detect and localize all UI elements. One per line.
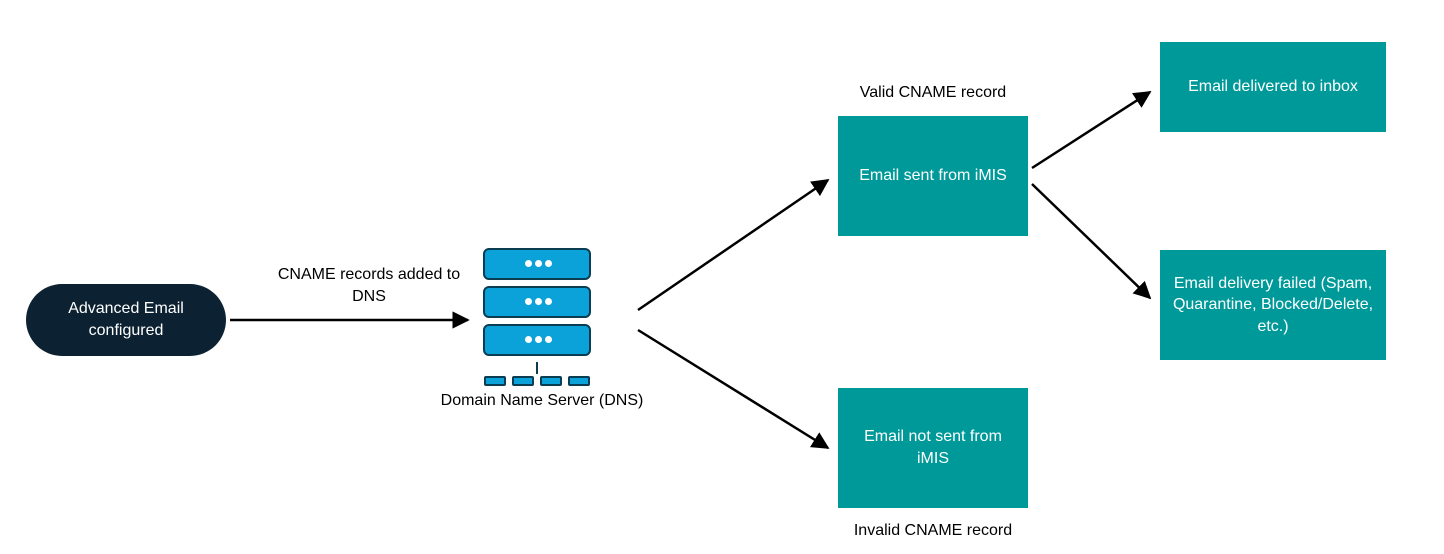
delivered-node: Email delivered to inbox <box>1160 42 1386 132</box>
invalid-cname-label-text: Invalid CNAME record <box>854 522 1012 539</box>
server-feet <box>477 376 597 386</box>
dns-server-icon <box>477 248 597 386</box>
invalid-cname-label: Invalid CNAME record <box>838 520 1028 542</box>
valid-cname-label-text: Valid CNAME record <box>860 84 1006 101</box>
edge-label-start-dns: CNAME records added to DNS <box>274 264 464 307</box>
arrow-sent-failed <box>1032 184 1150 298</box>
server-stand <box>536 362 538 374</box>
server-rack-row <box>483 286 591 318</box>
arrow-dns-invalid <box>638 330 828 448</box>
start-node-text: Advanced Email configured <box>36 298 216 341</box>
email-sent-node: Email sent from iMIS <box>838 116 1028 236</box>
server-rack-row <box>483 324 591 356</box>
email-sent-text: Email sent from iMIS <box>859 165 1007 187</box>
server-rack-row <box>483 248 591 280</box>
failed-node: Email delivery failed (Spam, Quarantine,… <box>1160 250 1386 360</box>
arrow-sent-delivered <box>1032 92 1150 168</box>
delivered-text: Email delivered to inbox <box>1188 76 1358 98</box>
valid-cname-label: Valid CNAME record <box>838 82 1028 104</box>
dns-caption-text: Domain Name Server (DNS) <box>441 392 644 409</box>
start-node: Advanced Email configured <box>26 284 226 356</box>
dns-caption: Domain Name Server (DNS) <box>432 390 652 412</box>
arrow-dns-valid <box>638 180 828 310</box>
failed-text: Email delivery failed (Spam, Quarantine,… <box>1170 273 1376 338</box>
email-not-sent-text: Email not sent from iMIS <box>848 426 1018 469</box>
edge-label-start-dns-text: CNAME records added to DNS <box>278 266 460 305</box>
email-not-sent-node: Email not sent from iMIS <box>838 388 1028 508</box>
